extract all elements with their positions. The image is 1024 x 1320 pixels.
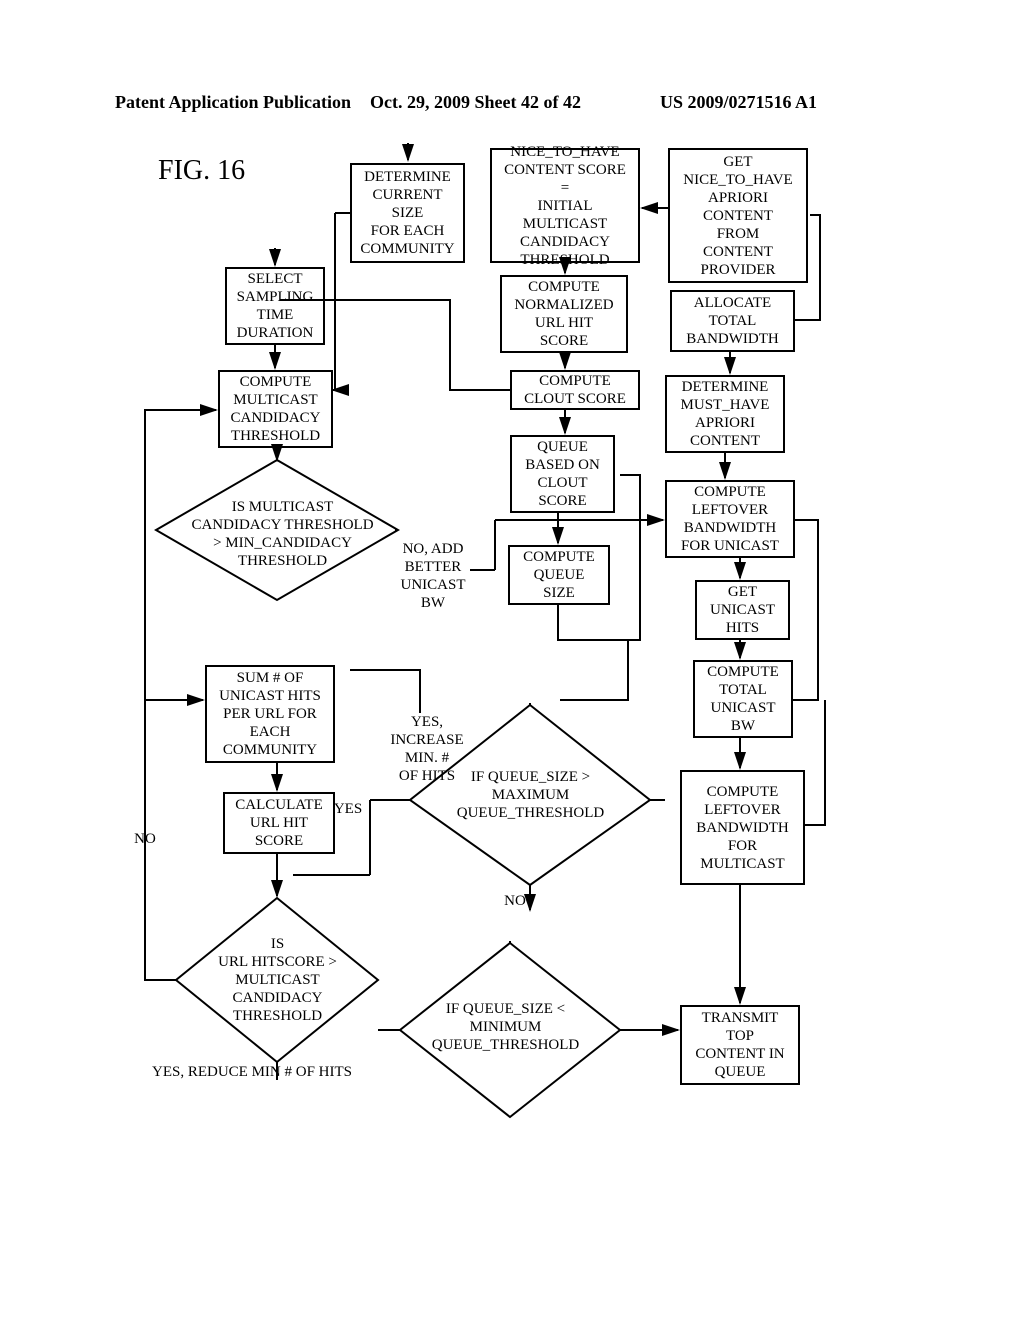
box-compute-leftover-multi: COMPUTELEFTOVERBANDWIDTHFORMULTICAST	[680, 770, 805, 885]
diamond-queue-min-label: IF QUEUE_SIZE <MINIMUMQUEUE_THRESHOLD	[413, 1000, 598, 1054]
box-determine-must: DETERMINEMUST_HAVEAPRIORICONTENT	[665, 375, 785, 453]
box-select-sampling: SELECTSAMPLINGTIMEDURATION	[225, 267, 325, 345]
box-compute-total-uni: COMPUTETOTALUNICASTBW	[693, 660, 793, 738]
label-no-left: NO	[130, 830, 160, 848]
box-compute-queue: COMPUTEQUEUESIZE	[508, 545, 610, 605]
box-compute-multicast: COMPUTEMULTICASTCANDIDACYTHRESHOLD	[218, 370, 333, 448]
box-allocate-bw: ALLOCATETOTALBANDWIDTH	[670, 290, 795, 352]
box-queue-clout: QUEUEBASED ONCLOUTSCORE	[510, 435, 615, 513]
diamond-url-hitscore-label: ISURL HITSCORE >MULTICASTCANDIDACYTHRESH…	[195, 935, 360, 1025]
diamond-is-multicast-label: IS MULTICASTCANDIDACY THRESHOLD> MIN_CAN…	[175, 498, 390, 570]
label-no-add-better: NO, ADDBETTERUNICASTBW	[393, 540, 473, 612]
box-compute-clout: COMPUTECLOUT SCORE	[510, 370, 640, 410]
box-calc-url: CALCULATEURL HITSCORE	[223, 792, 335, 854]
box-get-unicast-hits: GETUNICASTHITS	[695, 580, 790, 640]
header-left: Patent Application Publication	[115, 92, 351, 113]
header-center: Oct. 29, 2009 Sheet 42 of 42	[370, 92, 581, 113]
header-right: US 2009/0271516 A1	[660, 92, 817, 113]
label-yes-left: YES	[328, 800, 368, 818]
box-sum-hits: SUM # OFUNICAST HITSPER URL FOREACHCOMMU…	[205, 665, 335, 763]
box-compute-norm: COMPUTENORMALIZEDURL HITSCORE	[500, 275, 628, 353]
box-determine-size: DETERMINECURRENTSIZEFOR EACHCOMMUNITY	[350, 163, 465, 263]
box-get-nice: GETNICE_TO_HAVEAPRIORICONTENTFROMCONTENT…	[668, 148, 808, 283]
box-transmit: TRANSMITTOPCONTENT INQUEUE	[680, 1005, 800, 1085]
box-compute-leftover-uni: COMPUTELEFTOVERBANDWIDTHFOR UNICAST	[665, 480, 795, 558]
label-yes-increase: YES,INCREASEMIN. #OF HITS	[382, 713, 472, 785]
label-no-mid: NO	[500, 892, 530, 910]
label-yes-reduce: YES, REDUCE MIN # OF HITS	[152, 1063, 372, 1081]
box-nice-score: NICE_TO_HAVECONTENT SCORE =INITIALMULTIC…	[490, 148, 640, 263]
figure-label: FIG. 16	[158, 155, 245, 187]
